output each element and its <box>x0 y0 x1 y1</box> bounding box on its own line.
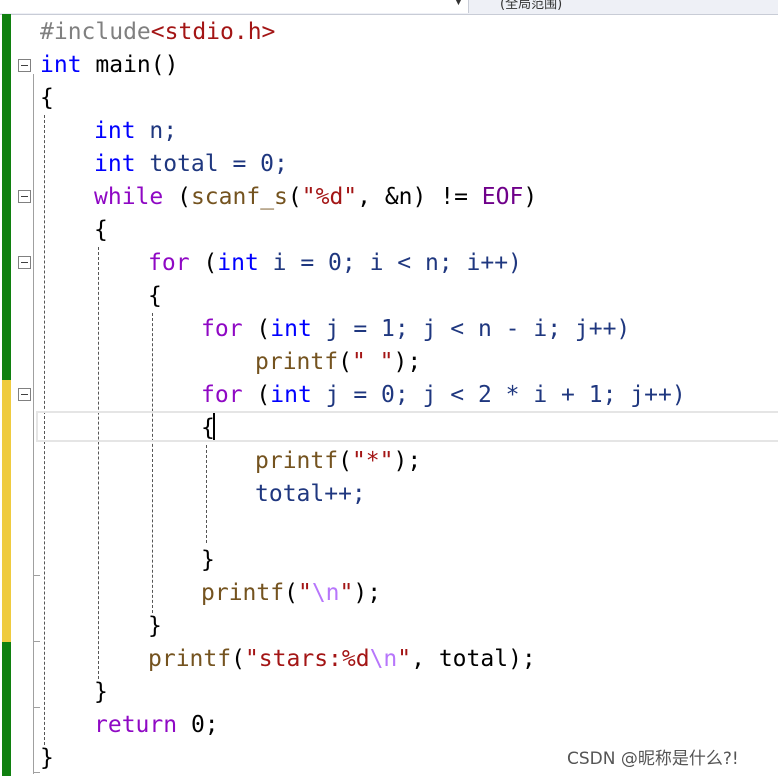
code-line-21[interactable]: } <box>94 676 108 709</box>
chevron-down-icon[interactable]: ▼ <box>455 0 462 7</box>
code-line-11[interactable]: printf(" "); <box>255 346 421 379</box>
watermark: CSDN @昵称是什么?! <box>567 749 739 769</box>
code-line-14[interactable]: printf("*"); <box>255 445 421 478</box>
code-line-23[interactable]: } <box>40 742 54 775</box>
code-line-2[interactable]: int main() <box>40 49 178 82</box>
change-bar-unsaved <box>2 380 11 642</box>
code-line-8[interactable]: for (int i = 0; i < n; i++) <box>148 247 522 280</box>
code-line-15[interactable]: total++; <box>255 478 366 511</box>
collapse-for-i-icon[interactable] <box>18 256 31 269</box>
code-line-4[interactable]: int n; <box>94 115 177 148</box>
code-line-22[interactable]: return 0; <box>94 709 219 742</box>
outline-end-tick <box>33 641 40 642</box>
file-scope-dropdown[interactable]: ▼ <box>0 0 469 13</box>
code-line-12[interactable]: for (int j = 0; j < 2 * i + 1; j++) <box>201 379 686 412</box>
navigation-bar: ▼ (全局范围) <box>0 0 778 15</box>
outline-end-tick <box>33 772 40 773</box>
brace-guide <box>152 313 153 613</box>
code-line-13[interactable]: { <box>201 412 215 445</box>
outline-line <box>33 74 34 774</box>
code-line-17[interactable]: } <box>201 544 215 577</box>
code-line-7[interactable]: { <box>94 214 108 247</box>
code-line-20[interactable]: printf("stars:%d\n", total); <box>148 643 536 676</box>
code-line-5[interactable]: int total = 0; <box>94 148 288 181</box>
code-line-6[interactable]: while (scanf_s("%d", &n) != EOF) <box>94 181 537 214</box>
outline-end-tick <box>33 575 40 576</box>
change-bar-saved <box>2 14 11 380</box>
collapse-for-j-icon[interactable] <box>18 388 31 401</box>
code-line-10[interactable]: for (int j = 1; j < n - i; j++) <box>201 313 630 346</box>
code-line-9[interactable]: { <box>148 280 162 313</box>
brace-guide <box>206 445 207 543</box>
change-bar-saved <box>2 642 11 776</box>
outline-end-tick <box>33 707 40 708</box>
brace-guide <box>98 247 99 679</box>
collapse-main-icon[interactable] <box>18 59 31 72</box>
code-line-1[interactable]: #include<stdio.h> <box>40 16 275 49</box>
code-line-18[interactable]: printf("\n"); <box>201 577 381 610</box>
code-line-3[interactable]: { <box>40 82 54 115</box>
code-line-19[interactable]: } <box>148 610 162 643</box>
current-line-highlight <box>36 411 778 442</box>
scope-dropdown[interactable]: (全局范围) <box>500 0 562 12</box>
collapse-while-icon[interactable] <box>18 190 31 203</box>
